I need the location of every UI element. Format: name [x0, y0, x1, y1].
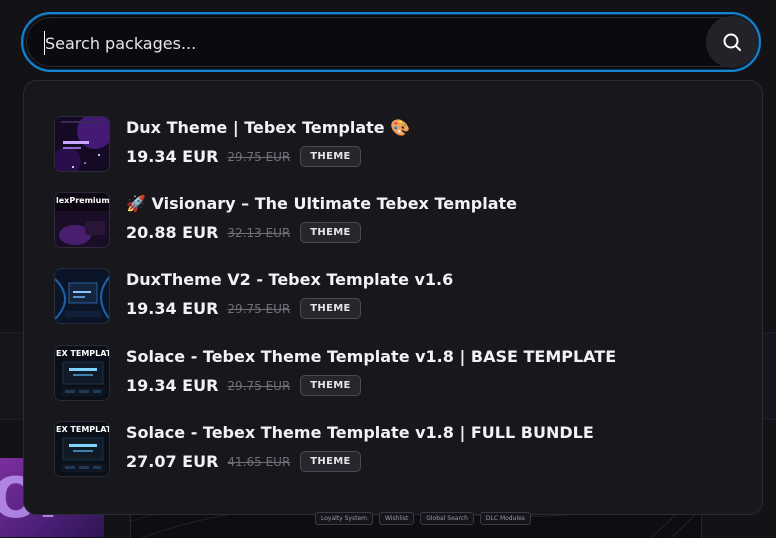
search-button[interactable]: [706, 16, 758, 68]
price-row: 19.34 EUR 29.75 EUR THEME: [126, 146, 361, 167]
package-price: 19.34 EUR: [126, 147, 219, 166]
package-title: Solace - Tebex Theme Template v1.8 | FUL…: [126, 423, 594, 442]
category-badge: THEME: [300, 375, 361, 396]
package-thumbnail: lexPremiumThem: [54, 192, 110, 248]
package-original-price: 29.75 EUR: [227, 149, 291, 164]
package-thumbnail: EX TEMPLATE SOL: [54, 421, 110, 477]
package-thumbnail: [54, 268, 110, 324]
feature-chip: Global Search: [420, 512, 474, 525]
category-badge: THEME: [300, 451, 361, 472]
feature-chip: Loyalty System: [315, 512, 373, 525]
package-price: 19.34 EUR: [126, 376, 219, 395]
category-badge: THEME: [300, 298, 361, 319]
thumbnail-text: EX TEMPLATE SOL: [56, 349, 109, 358]
package-price: 19.34 EUR: [126, 299, 219, 318]
price-row: 20.88 EUR 32.13 EUR THEME: [126, 222, 361, 243]
search-results-dropdown: Dux Theme | Tebex Template 🎨 19.34 EUR 2…: [23, 80, 763, 515]
package-thumbnail: [54, 116, 110, 172]
price-row: 27.07 EUR 41.65 EUR THEME: [126, 451, 361, 472]
package-price: 20.88 EUR: [126, 223, 219, 242]
search-icon: [723, 33, 741, 51]
package-original-price: 32.13 EUR: [227, 225, 291, 240]
package-title: Solace - Tebex Theme Template v1.8 | BAS…: [126, 347, 617, 366]
package-title: DuxTheme V2 - Tebex Template v1.6: [126, 270, 454, 289]
package-original-price: 41.65 EUR: [227, 454, 291, 469]
package-title: Dux Theme | Tebex Template 🎨: [126, 118, 411, 137]
thumbnail-text: lexPremiumThem: [56, 196, 110, 205]
search-result-item[interactable]: DuxTheme V2 - Tebex Template v1.6 19.34 …: [54, 268, 734, 326]
package-price: 27.07 EUR: [126, 452, 219, 471]
search-result-item[interactable]: Dux Theme | Tebex Template 🎨 19.34 EUR 2…: [54, 116, 734, 174]
package-title: 🚀 Visionary – The Ultimate Tebex Templat…: [126, 194, 517, 213]
category-badge: THEME: [300, 146, 361, 167]
price-row: 19.34 EUR 29.75 EUR THEME: [126, 298, 361, 319]
rocket-emoji-icon: 🚀: [126, 194, 146, 213]
palette-emoji-icon: 🎨: [390, 118, 411, 137]
feature-chip: Wishlist: [379, 512, 415, 525]
search-result-item[interactable]: lexPremiumThem 🚀 Visionary – The Ultimat…: [54, 192, 734, 250]
category-badge: THEME: [300, 222, 361, 243]
search-result-item[interactable]: EX TEMPLATE SOL Solace - Tebex Theme Tem…: [54, 345, 734, 403]
price-row: 19.34 EUR 29.75 EUR THEME: [126, 375, 361, 396]
thumbnail-text: EX TEMPLATE SOL: [56, 425, 109, 434]
search-bar: [21, 12, 761, 72]
package-original-price: 29.75 EUR: [227, 301, 291, 316]
search-result-item[interactable]: EX TEMPLATE SOL Solace - Tebex Theme Tem…: [54, 421, 734, 479]
feature-chip: DLC Modules: [479, 512, 531, 525]
search-input[interactable]: [45, 28, 645, 58]
package-thumbnail: EX TEMPLATE SOL: [54, 345, 110, 401]
text-caret: [44, 31, 45, 55]
background-feature-chips: Loyalty System Wishlist Global Search DL…: [315, 512, 531, 525]
package-original-price: 29.75 EUR: [227, 378, 291, 393]
